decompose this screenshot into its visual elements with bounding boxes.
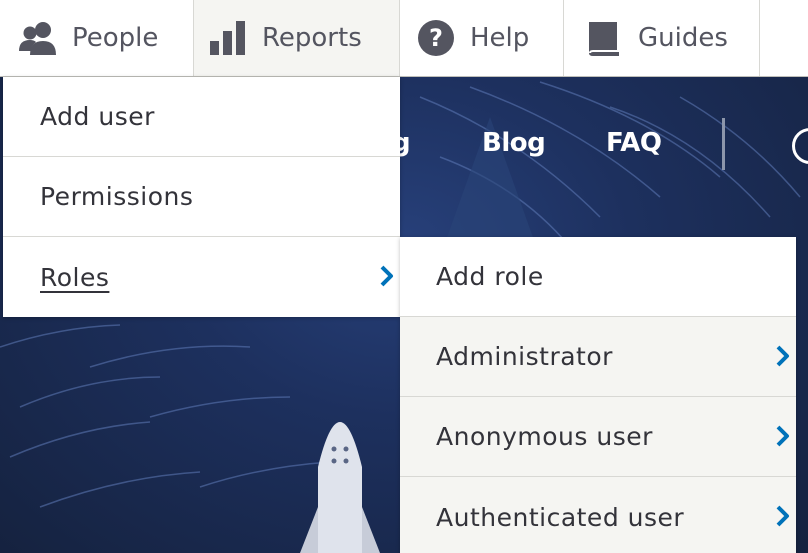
toolbar-tab-guides[interactable]: Guides [564, 0, 760, 76]
roles-submenu: Add role Administrator Anonymous user Au… [400, 237, 796, 553]
toolbar-tab-help[interactable]: ? Help [400, 0, 564, 76]
svg-text:?: ? [429, 24, 443, 52]
rocket-graphic [300, 422, 380, 553]
chevron-right-icon[interactable] [776, 345, 790, 367]
people-dropdown-menu: Add user Permissions Roles [3, 77, 400, 317]
menu-item-label: Administrator [436, 342, 613, 371]
menu-item-administrator[interactable]: Administrator [400, 317, 796, 397]
menu-item-label: Permissions [40, 182, 194, 211]
chevron-right-icon[interactable] [380, 265, 394, 287]
menu-item-authenticated-user[interactable]: Authenticated user [400, 477, 796, 553]
site-nav-faq-link[interactable]: FAQ [606, 128, 662, 158]
chevron-right-icon[interactable] [776, 425, 790, 447]
bar-chart-icon [208, 18, 248, 58]
admin-toolbar: People Reports ? Help Guides [0, 0, 808, 77]
book-icon [584, 18, 624, 58]
people-icon [18, 18, 58, 58]
menu-item-roles[interactable]: Roles [3, 237, 400, 317]
toolbar-tab-label: Reports [262, 23, 362, 53]
menu-item-label: Anonymous user [436, 422, 653, 451]
menu-item-permissions[interactable]: Permissions [3, 157, 400, 237]
chevron-right-icon[interactable] [776, 505, 790, 527]
menu-item-label: Roles [40, 262, 110, 292]
menu-item-label: Add user [40, 102, 155, 131]
toolbar-tab-reports[interactable]: Reports [194, 0, 400, 76]
toolbar-tab-label: Guides [638, 23, 728, 53]
toolbar-tab-label: Help [470, 23, 530, 53]
menu-item-add-role[interactable]: Add role [400, 237, 796, 317]
site-nav-divider [722, 118, 725, 170]
menu-item-label: Authenticated user [436, 502, 685, 532]
help-icon: ? [416, 18, 456, 58]
menu-item-add-user[interactable]: Add user [3, 77, 400, 157]
toolbar-tab-people[interactable]: People [0, 0, 194, 76]
toolbar-tab-label: People [72, 23, 159, 53]
menu-item-label: Add role [436, 262, 544, 291]
site-nav-blog-link[interactable]: Blog [482, 128, 546, 158]
menu-item-anonymous-user[interactable]: Anonymous user [400, 397, 796, 477]
